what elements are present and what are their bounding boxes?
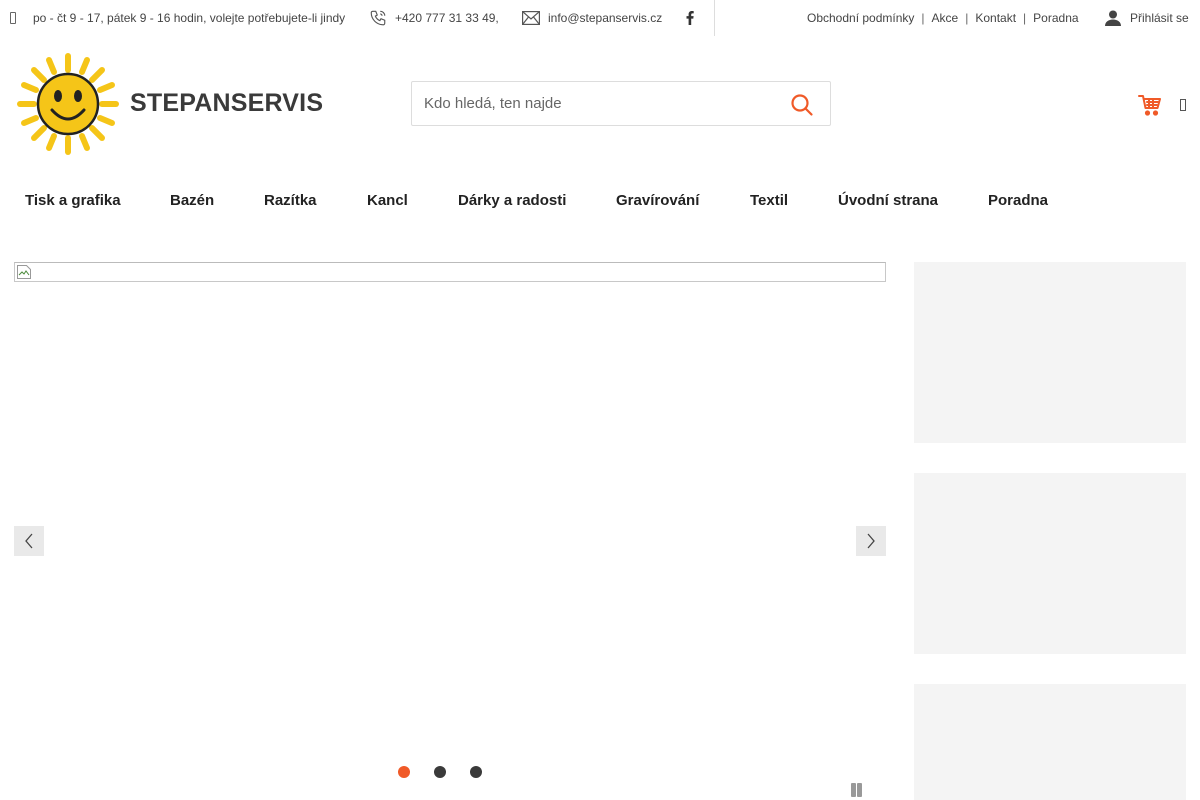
phone-number: +420 777 31 33 49, [395, 11, 499, 25]
envelope-icon [522, 11, 540, 25]
slider-dot-1[interactable] [398, 766, 410, 778]
nav-item-office[interactable]: Kancl [367, 192, 408, 209]
separator: | [921, 11, 925, 25]
top-links: Obchodní podmínky | Akce | Kontakt | Por… [807, 0, 1079, 36]
login-link[interactable]: Přihlásit se [1104, 0, 1189, 36]
divider [714, 0, 715, 36]
nav-item-stamps[interactable]: Razítka [264, 192, 317, 209]
slider-next-button[interactable] [856, 526, 886, 556]
link-sale[interactable]: Akce [932, 11, 959, 25]
login-label: Přihlásit se [1130, 11, 1189, 25]
nav-item-print[interactable]: Tisk a grafika [25, 192, 121, 209]
slider-dot-3[interactable] [470, 766, 482, 778]
logo-text: STEPANSERVIS [130, 89, 324, 117]
email-address: info@stepanservis.cz [548, 11, 663, 25]
pause-icon[interactable] [848, 782, 864, 798]
promo-banner-1[interactable] [914, 262, 1186, 443]
sun-logo-icon [17, 53, 119, 155]
nav-item-textile[interactable]: Textil [750, 192, 788, 209]
cart-icon [1138, 95, 1161, 116]
separator: | [1023, 11, 1027, 25]
slider-dot-2[interactable] [434, 766, 446, 778]
promo-banner-2[interactable] [914, 473, 1186, 654]
menu-icon[interactable] [1180, 99, 1186, 111]
slider-prev-button[interactable] [14, 526, 44, 556]
main-nav: Tisk a grafika Bazén Razítka Kancl Dárky… [0, 183, 1200, 219]
user-icon [1105, 10, 1121, 26]
cart-button[interactable] [1138, 93, 1162, 117]
search-icon [791, 94, 813, 116]
clock-icon [10, 0, 20, 36]
nav-item-engraving[interactable]: Gravírování [616, 192, 699, 209]
search-input[interactable] [424, 82, 774, 125]
chevron-right-icon [867, 533, 875, 549]
search-button[interactable] [790, 93, 814, 117]
separator: | [965, 11, 969, 25]
email-link[interactable]: info@stepanservis.cz [522, 0, 662, 36]
site-logo[interactable]: STEPANSERVIS [16, 52, 323, 156]
slider-dots [398, 766, 506, 778]
chevron-left-icon [25, 533, 33, 549]
phone-link[interactable]: +420 777 31 33 49, [369, 0, 499, 36]
nav-item-pool[interactable]: Bazén [170, 192, 214, 209]
search-box [411, 81, 831, 126]
facebook-icon [686, 11, 694, 25]
phone-icon [370, 10, 386, 26]
link-advice[interactable]: Poradna [1033, 11, 1078, 25]
top-bar: po - čt 9 - 17, pátek 9 - 16 hodin, vole… [0, 0, 1200, 36]
nav-item-gifts[interactable]: Dárky a radosti [458, 192, 566, 209]
hero-slider [14, 262, 886, 800]
facebook-link[interactable] [686, 0, 702, 36]
promo-banner-3[interactable] [914, 684, 1186, 800]
link-contact[interactable]: Kontakt [975, 11, 1016, 25]
broken-image-icon [17, 265, 31, 279]
slide-image[interactable] [14, 262, 886, 282]
opening-hours: po - čt 9 - 17, pátek 9 - 16 hodin, vole… [33, 11, 346, 25]
nav-item-advice[interactable]: Poradna [988, 192, 1048, 209]
nav-item-home[interactable]: Úvodní strana [838, 192, 938, 209]
link-terms[interactable]: Obchodní podmínky [807, 11, 914, 25]
